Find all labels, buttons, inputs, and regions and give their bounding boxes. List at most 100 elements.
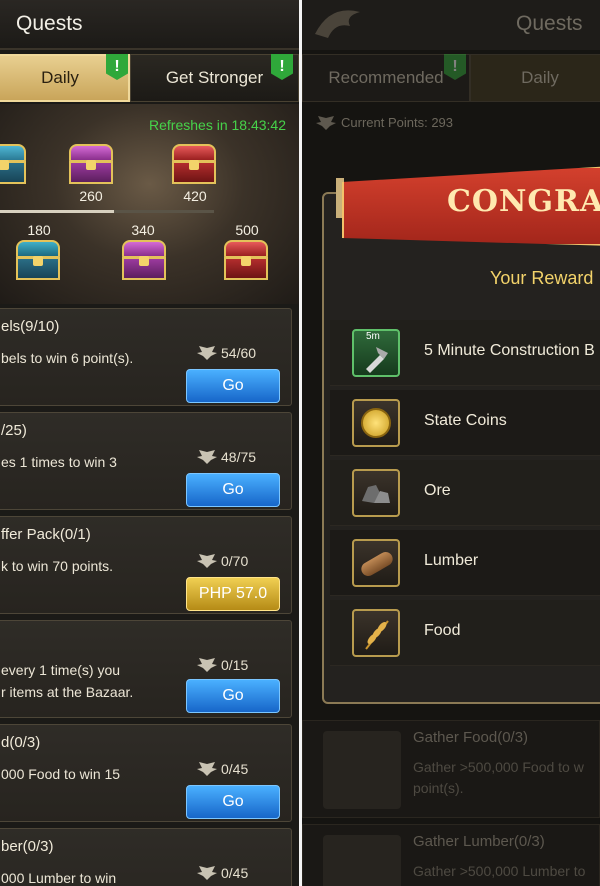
quests-panel: Quests Daily ! Get Stronger ! Refreshes … xyxy=(0,0,299,886)
progress-bar-fill xyxy=(0,210,114,213)
quest-description: every 1 time(s) you r items at the Bazaa… xyxy=(1,659,133,703)
points-wing-icon xyxy=(197,658,217,672)
tab-get-stronger-label: Get Stronger xyxy=(165,68,264,87)
quest-title: ber(0/3) xyxy=(1,838,54,855)
quest-points-value: 48/75 xyxy=(221,449,257,465)
quest-description: Gather >500,000 Food to w point(s). xyxy=(413,757,584,799)
milestone-progress: Refreshes in 18:43:42 260 420 180 340 50… xyxy=(0,104,299,304)
quest-points-value: 54/60 xyxy=(221,345,257,361)
quest-points: 48/75 xyxy=(197,449,256,465)
quest-card: d(0/3) 000 Food to win 15 0/45 Go xyxy=(0,724,292,822)
quest-card: ber(0/3) 000 Lumber to win 0/45 xyxy=(0,828,292,886)
quest-card-dimmed: Gather Food(0/3) Gather >500,000 Food to… xyxy=(302,720,600,818)
reward-item: Lumber xyxy=(330,530,600,596)
quest-card: ffer Pack(0/1) k to win 70 points. 0/70 … xyxy=(0,516,292,614)
current-points: Current Points: 293 xyxy=(316,115,453,130)
quest-description: 000 Food to win 15 xyxy=(1,766,121,782)
refresh-timer: Refreshes in 18:43:42 xyxy=(149,117,286,133)
tab-daily-dimmed-label: Daily xyxy=(521,68,559,87)
reward-label: 5 Minute Construction B xyxy=(424,342,595,359)
quest-description-line: r items at the Bazaar. xyxy=(1,684,134,700)
reward-item: State Coins xyxy=(330,390,600,456)
construction-speedup-icon: 5m xyxy=(352,329,400,377)
points-wing-icon xyxy=(197,346,217,360)
quest-title: Gather Food(0/3) xyxy=(413,729,529,746)
quest-description: Gather >500,000 Lumber to xyxy=(413,863,586,879)
reward-chest-180[interactable] xyxy=(16,240,60,280)
go-button[interactable]: Go xyxy=(186,785,280,819)
tab-daily-dimmed[interactable]: Daily xyxy=(470,54,600,102)
quest-title: /25) xyxy=(1,422,27,439)
quest-points: 0/15 xyxy=(197,657,248,673)
reward-subtitle: Your Reward xyxy=(490,268,594,288)
quest-title: els(9/10) xyxy=(1,318,60,335)
hammer-icon xyxy=(366,347,388,373)
ore-icon xyxy=(352,469,400,517)
pickaxe-icon xyxy=(323,731,401,809)
points-wing-icon xyxy=(197,450,217,464)
quest-description: es 1 times to win 3 xyxy=(1,454,117,470)
reward-chest-260[interactable] xyxy=(69,144,113,184)
reward-chest-500[interactable] xyxy=(224,240,268,280)
quest-description: bels to win 6 point(s). xyxy=(1,350,134,366)
lumber-icon xyxy=(352,539,400,587)
reward-chest-340[interactable] xyxy=(122,240,166,280)
reward-item: Ore xyxy=(330,460,600,526)
points-wing-icon xyxy=(316,115,336,130)
purchase-button[interactable]: PHP 57.0 xyxy=(186,577,280,611)
reward-chest-420[interactable] xyxy=(172,144,216,184)
page-title-dimmed: Quests xyxy=(516,12,583,35)
pickaxe-icon xyxy=(323,835,401,886)
speedup-duration-label: 5m xyxy=(366,331,380,342)
quest-description: k to win 70 points. xyxy=(1,558,114,574)
quest-points-value: 0/45 xyxy=(221,761,249,777)
reward-chest[interactable] xyxy=(0,144,26,184)
reward-item: 5m 5 Minute Construction B xyxy=(330,320,600,386)
go-button[interactable]: Go xyxy=(186,473,280,507)
milestone-label: 180 xyxy=(27,222,51,238)
congrats-title: CONGRA xyxy=(447,184,600,219)
points-wing-icon xyxy=(197,554,217,568)
quest-points: 54/60 xyxy=(197,345,256,361)
state-coin-icon xyxy=(352,399,400,447)
quest-tabs-dimmed: Recommended ! Daily xyxy=(302,54,600,104)
quest-title: d(0/3) xyxy=(1,734,41,751)
quest-tabs: Daily ! Get Stronger ! xyxy=(0,54,299,104)
tab-recommended-label: Recommended xyxy=(328,68,444,87)
quest-card: els(9/10) bels to win 6 point(s). 54/60 … xyxy=(0,308,292,406)
quest-card-dimmed: Gather Lumber(0/3) Gather >500,000 Lumbe… xyxy=(302,824,600,886)
reward-label: Lumber xyxy=(424,552,479,569)
reward-label: State Coins xyxy=(424,412,507,429)
back-dragon-icon[interactable] xyxy=(310,4,370,44)
food-icon xyxy=(352,609,400,657)
quest-points: 0/45 xyxy=(197,865,248,881)
reward-item: Food xyxy=(330,600,600,666)
quest-card: every 1 time(s) you r items at the Bazaa… xyxy=(0,620,292,718)
quest-description: 000 Lumber to win xyxy=(1,870,117,886)
quest-description-line: every 1 time(s) you xyxy=(1,662,121,678)
points-wing-icon xyxy=(197,866,217,880)
quest-points-value: 0/45 xyxy=(221,865,249,881)
go-button[interactable]: Go xyxy=(186,369,280,403)
reward-label: Food xyxy=(424,622,461,639)
quest-description-line: Gather >500,000 Food to w xyxy=(413,759,584,775)
milestone-label: 340 xyxy=(131,222,155,238)
progress-bar-track xyxy=(114,210,214,213)
quests-header-dimmed: Quests xyxy=(302,0,600,50)
quest-description-line: point(s). xyxy=(413,780,464,796)
quest-points-value: 0/15 xyxy=(221,657,249,673)
wheat-icon xyxy=(365,620,389,650)
quests-header: Quests xyxy=(0,0,299,50)
milestone-label: 420 xyxy=(183,188,207,204)
reward-screen: Quests Recommended ! Daily Current Point… xyxy=(302,0,600,886)
quest-title: Gather Lumber(0/3) xyxy=(413,833,545,850)
milestone-label: 260 xyxy=(79,188,103,204)
quest-points: 0/70 xyxy=(197,553,248,569)
quest-card: /25) es 1 times to win 3 48/75 Go xyxy=(0,412,292,510)
page-title: Quests xyxy=(16,12,83,35)
quest-points-value: 0/70 xyxy=(221,553,249,569)
ore-rocks-icon xyxy=(362,485,390,503)
current-points-label: Current Points: 293 xyxy=(341,115,454,130)
go-button[interactable]: Go xyxy=(186,679,280,713)
reward-label: Ore xyxy=(424,482,451,499)
